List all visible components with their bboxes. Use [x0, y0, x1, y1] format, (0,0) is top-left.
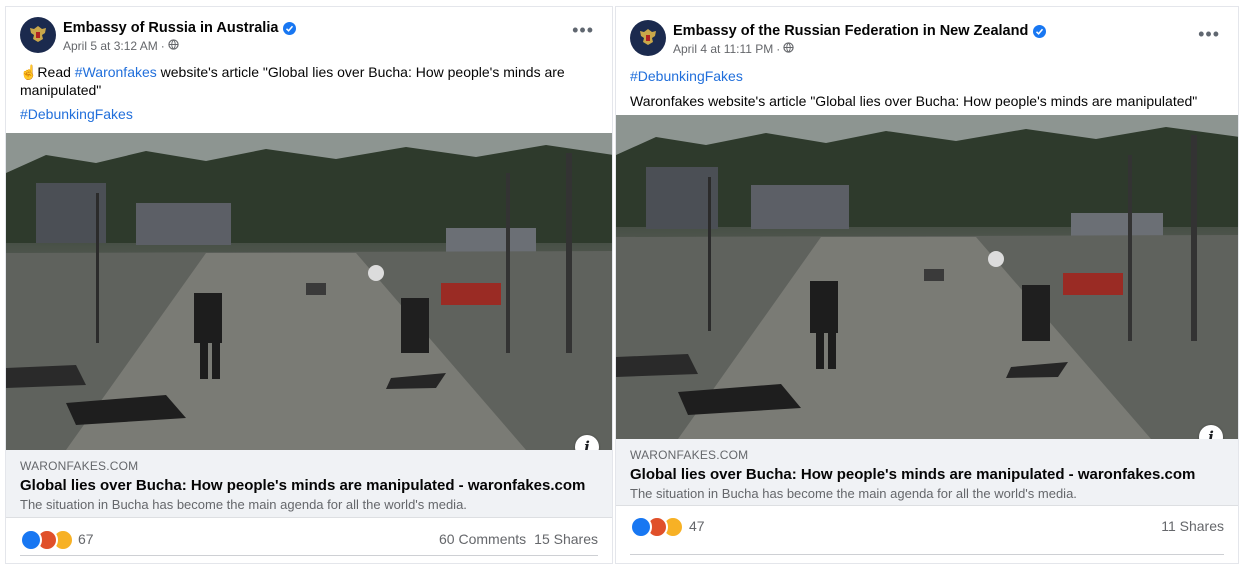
shares-count[interactable]: 15 Shares	[534, 531, 598, 547]
engagement-counts: 11 Shares	[1161, 518, 1224, 534]
reactions-bar: 47 11 Shares	[616, 506, 1238, 542]
author-name[interactable]: Embassy of Russia in Australia	[63, 20, 278, 36]
more-options-icon[interactable]: •••	[572, 21, 594, 39]
like-reaction-icon	[630, 516, 652, 538]
post-text-prefix: ☝️Read	[20, 64, 75, 80]
reaction-count[interactable]: 67	[78, 531, 94, 547]
link-description: The situation in Bucha has become the ma…	[630, 486, 1077, 501]
post-header: Embassy of Russia in Australia April 5 a…	[6, 7, 612, 57]
link-preview[interactable]: WARONFAKES.COM Global lies over Bucha: H…	[616, 439, 1238, 506]
post-photo[interactable]: i	[6, 133, 612, 450]
embassy-crest-icon[interactable]	[20, 17, 56, 53]
link-domain: WARONFAKES.COM	[20, 459, 139, 473]
hashtag-waronfakes[interactable]: #Waronfakes	[75, 64, 157, 80]
link-preview[interactable]: WARONFAKES.COM Global lies over Bucha: H…	[6, 450, 612, 518]
separator-dot: ·	[160, 39, 165, 53]
verified-badge-icon	[1033, 24, 1047, 38]
post-text: ☝️Read #Waronfakes website's article "Gl…	[6, 63, 612, 99]
post-header: Embassy of the Russian Federation in New…	[616, 7, 1238, 57]
author-name[interactable]: Embassy of the Russian Federation in New…	[673, 23, 1028, 39]
comments-count[interactable]: 60 Comments	[439, 531, 526, 547]
link-domain: WARONFAKES.COM	[630, 448, 749, 462]
globe-icon	[168, 39, 179, 53]
post-photo[interactable]: i	[616, 115, 1238, 439]
reactions-bar: 67 60 Comments 15 Shares	[6, 518, 612, 554]
post-text: Waronfakes website's article "Global lie…	[630, 93, 1198, 109]
globe-icon	[783, 42, 794, 56]
verified-badge-icon	[283, 21, 297, 35]
post-date[interactable]: April 4 at 11:11 PM	[673, 42, 773, 56]
link-description: The situation in Bucha has become the ma…	[20, 497, 467, 512]
like-reaction-icon	[20, 529, 42, 551]
post-hashtag-line: #DebunkingFakes	[616, 67, 1238, 85]
post-card-new-zealand: Embassy of the Russian Federation in New…	[615, 6, 1239, 564]
divider	[630, 554, 1224, 555]
shares-count[interactable]: 11 Shares	[1161, 518, 1224, 534]
divider	[20, 555, 598, 556]
post-card-australia: Embassy of Russia in Australia April 5 a…	[5, 6, 613, 564]
hashtag-debunkingfakes[interactable]: #DebunkingFakes	[20, 106, 133, 122]
link-title[interactable]: Global lies over Bucha: How people's min…	[20, 477, 598, 494]
embassy-crest-icon[interactable]	[630, 20, 666, 56]
hashtag-debunkingfakes[interactable]: #DebunkingFakes	[630, 68, 743, 84]
reaction-count[interactable]: 47	[689, 518, 705, 534]
engagement-counts: 60 Comments 15 Shares	[439, 531, 598, 547]
reaction-icons[interactable]	[630, 516, 684, 538]
post-hashtag-line: #DebunkingFakes	[6, 105, 612, 123]
separator-dot: ·	[776, 42, 781, 56]
reaction-icons[interactable]	[20, 529, 74, 551]
link-title[interactable]: Global lies over Bucha: How people's min…	[630, 466, 1224, 483]
more-options-icon[interactable]: •••	[1198, 25, 1220, 43]
post-date[interactable]: April 5 at 3:12 AM	[63, 39, 158, 53]
